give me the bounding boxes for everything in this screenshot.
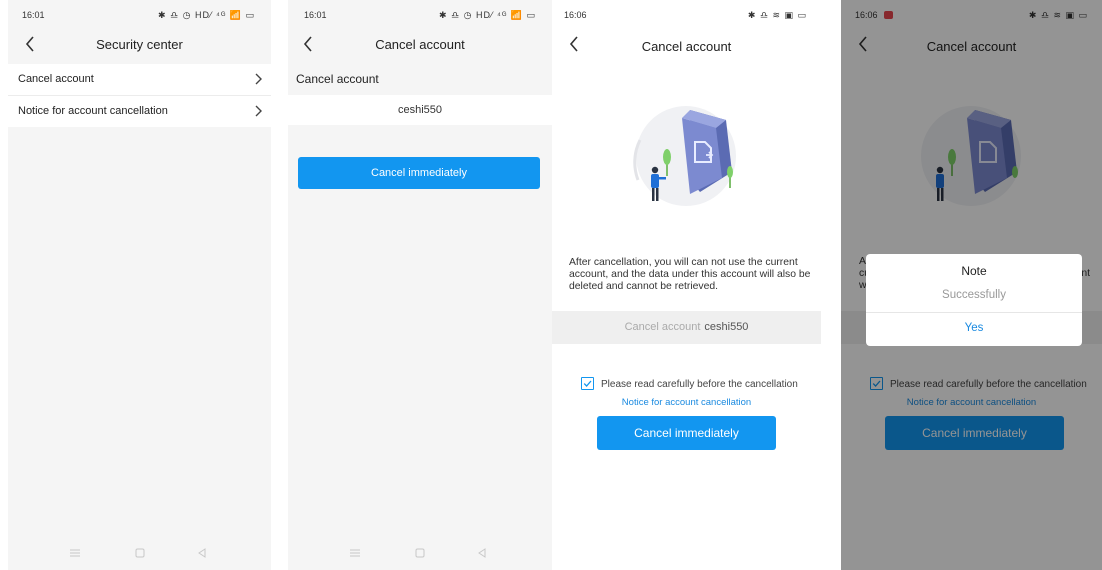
checkbox-checked-icon[interactable]	[581, 377, 594, 390]
dialog-divider	[866, 312, 1082, 313]
dialog-yes-button[interactable]: Yes	[866, 322, 1082, 334]
cancellation-warning-text: After cancellation, you will can not use…	[569, 257, 811, 292]
page-title: Security center	[96, 37, 183, 52]
list-item-cancel-account[interactable]: Cancel account	[8, 64, 271, 95]
account-name: ceshi550	[288, 95, 552, 125]
account-exit-illustration	[633, 106, 736, 206]
status-time: 16:01	[22, 10, 45, 20]
section-label: Cancel account	[288, 64, 552, 94]
screen-cancel-account: 16:01 ✱ ♎ ◷ HD⁄ ⁴ᴳ 📶 ▭ Cancel account Ca…	[288, 0, 552, 570]
back-triangle-icon[interactable]	[475, 546, 489, 560]
status-time: 16:06	[564, 10, 587, 20]
list-item-label: Cancel account	[18, 73, 94, 85]
status-icons: ✱ ♎ ◷ HD⁄ ⁴ᴳ 📶 ▭	[157, 10, 255, 20]
status-time: 16:01	[304, 10, 327, 20]
status-bar: 16:06 ✱ ♎ ≋ ▣ ▭	[552, 0, 821, 28]
screen-cancel-account-confirm: 16:06 ✱ ♎ ≋ ▣ ▭ Cancel account After can…	[552, 0, 821, 570]
dialog-message: Successfully	[942, 289, 1006, 301]
nav-bar: Cancel account	[552, 28, 821, 62]
dialog-title: Note	[961, 264, 987, 278]
account-label: Cancel account	[624, 321, 701, 333]
nav-bar: Cancel account	[288, 28, 552, 62]
list-item-notice[interactable]: Notice for account cancellation	[8, 95, 271, 127]
nav-bar: Security center	[8, 28, 271, 62]
system-nav-bar	[8, 538, 271, 570]
account-name: ceshi550	[704, 321, 749, 333]
page-title: Cancel account	[641, 39, 732, 54]
menu-icon[interactable]	[68, 546, 82, 560]
chevron-right-icon	[255, 73, 262, 85]
status-bar: 16:01 ✱ ♎ ◷ HD⁄ ⁴ᴳ 📶 ▭	[288, 0, 552, 28]
status-bar: 16:01 ✱ ♎ ◷ HD⁄ ⁴ᴳ 📶 ▭	[8, 0, 271, 28]
screen-security-center: 16:01 ✱ ♎ ◷ HD⁄ ⁴ᴳ 📶 ▭ Security center C…	[8, 0, 271, 570]
success-dialog: Note Successfully Yes	[866, 254, 1082, 346]
menu-icon[interactable]	[348, 546, 362, 560]
screen-cancel-success: 16:06 ✱ ♎ ≋ ▣ ▭ Cancel account Af cu w n…	[841, 0, 1102, 570]
settings-list: Cancel account Notice for account cancel…	[8, 64, 271, 127]
page-title: Cancel account	[375, 37, 465, 52]
notice-link[interactable]: Notice for account cancellation	[552, 397, 821, 408]
account-strip: Cancel account ceshi550	[552, 311, 821, 344]
system-nav-bar	[288, 538, 552, 570]
home-square-icon[interactable]	[413, 546, 427, 560]
back-triangle-icon[interactable]	[195, 546, 209, 560]
cancel-immediately-button[interactable]: Cancel immediately	[298, 157, 540, 189]
agreement-text: Please read carefully before the cancell…	[601, 379, 798, 390]
list-item-label: Notice for account cancellation	[18, 105, 168, 117]
chevron-right-icon	[255, 105, 262, 117]
status-icons: ✱ ♎ ≋ ▣ ▭	[747, 10, 807, 20]
cancel-immediately-button[interactable]: Cancel immediately	[597, 416, 776, 450]
agreement-row[interactable]: Please read carefully before the cancell…	[581, 377, 798, 390]
home-square-icon[interactable]	[133, 546, 147, 560]
status-icons: ✱ ♎ ◷ HD⁄ ⁴ᴳ 📶 ▭	[438, 10, 536, 20]
